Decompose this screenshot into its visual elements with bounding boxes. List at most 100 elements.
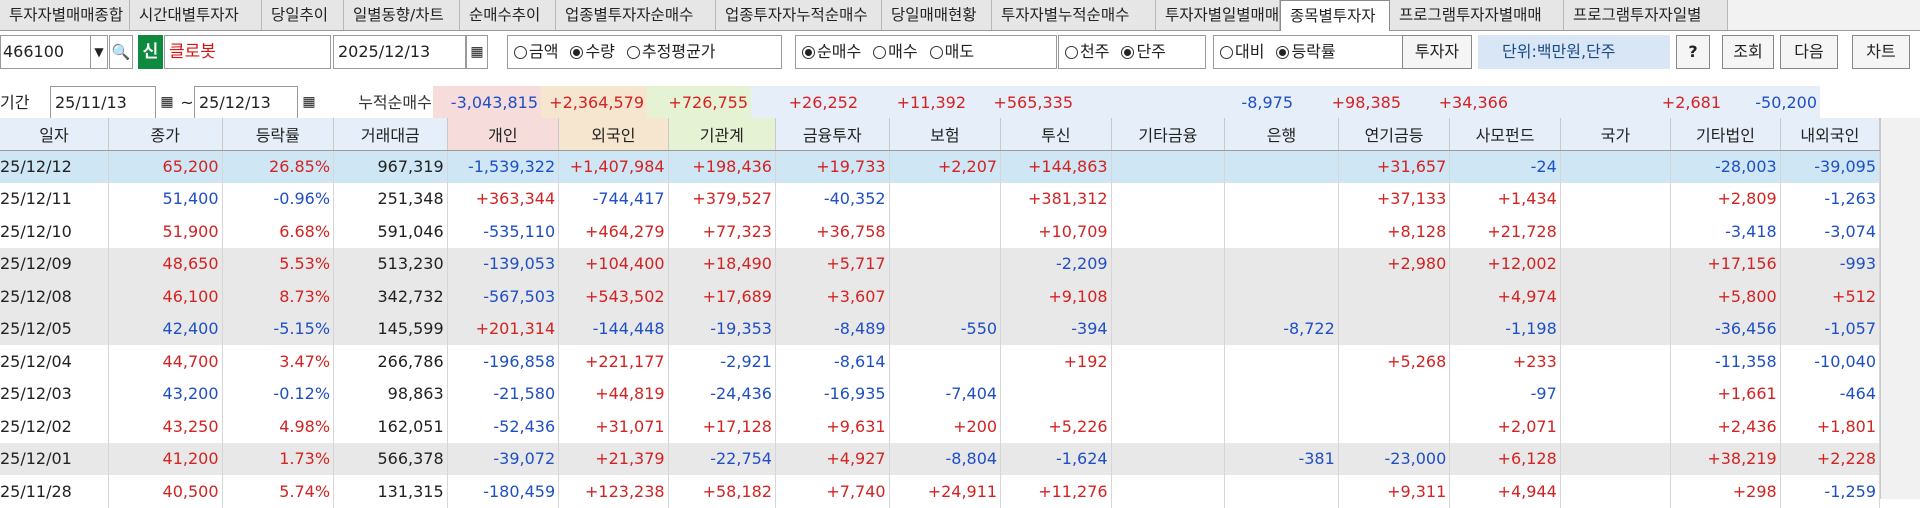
date-input[interactable]: 2025/12/13 (333, 35, 466, 69)
radio-dot-icon[interactable] (570, 45, 584, 59)
tab-12[interactable]: 프로그램투자자일별 (1564, 0, 1728, 30)
tab-3[interactable]: 일별동향/차트 (344, 0, 460, 30)
table-cell (889, 215, 1002, 248)
table-cell (1000, 377, 1112, 410)
chevron-down-icon[interactable]: ▼ (90, 35, 108, 69)
search-icon[interactable]: 🔍 (109, 35, 133, 69)
tab-10[interactable]: 종목별투자자 (1280, 0, 1390, 31)
column-header[interactable]: 거래대금 (333, 118, 448, 151)
radio-option[interactable]: 매도 (929, 36, 974, 68)
radio-option[interactable]: 금액 (514, 36, 558, 68)
table-row[interactable]: 25/12/02 43,250 4.98% 162,051 -52,436 +31,071… (0, 410, 1881, 443)
radio-dot-icon[interactable] (1121, 45, 1135, 59)
to-date-input[interactable]: 25/12/13 (194, 86, 298, 119)
tab-7[interactable]: 당일매매현황 (882, 0, 992, 30)
tab-1[interactable]: 시간대별투자자 (130, 0, 262, 30)
table-cell: 5.74% (222, 475, 335, 508)
next-button[interactable]: 다음 (1780, 35, 1838, 69)
table-row[interactable]: 25/12/12 65,200 26.85% 967,319 -1,539,322 +1,… (0, 150, 1881, 183)
chart-button[interactable]: 차트 (1852, 35, 1910, 69)
tab-8[interactable]: 투자자별누적순매수 (992, 0, 1156, 30)
table-cell: +5,226 (1000, 410, 1112, 443)
radio-option[interactable]: 매수 (873, 36, 918, 68)
column-header[interactable]: 내외국인 (1780, 118, 1881, 151)
table-row[interactable]: 25/12/04 44,700 3.47% 266,786 -196,858 +221,1… (0, 345, 1881, 378)
column-header[interactable]: 은행 (1224, 118, 1339, 151)
table-cell (1111, 312, 1226, 345)
column-header[interactable]: 종가 (108, 118, 223, 151)
column-header[interactable]: 투신 (1000, 118, 1112, 151)
table-row[interactable]: 25/12/11 51,400 -0.96% 251,348 +363,344 -744,… (0, 182, 1881, 215)
radio-label: 순매수 (817, 42, 862, 61)
radio-dot-icon[interactable] (873, 45, 887, 59)
radio-dot-icon[interactable] (514, 45, 527, 59)
table-cell: 65,200 (108, 150, 223, 183)
column-header[interactable]: 일자 (0, 118, 109, 151)
table-row[interactable]: 25/12/09 48,650 5.53% 513,230 -139,053 +104,4… (0, 247, 1881, 280)
radio-option[interactable]: 천주 (1065, 36, 1109, 68)
table-cell: -1,539,322 (447, 150, 560, 183)
table-row[interactable]: 25/12/03 43,200 -0.12% 98,863 -21,580 +44,819… (0, 377, 1881, 410)
table-cell: -550 (889, 312, 1002, 345)
column-header[interactable]: 기타법인 (1670, 118, 1781, 151)
tab-6[interactable]: 업종투자자누적순매수 (716, 0, 882, 30)
table-cell: +17,128 (668, 410, 776, 443)
table-cell: +9,631 (775, 410, 890, 443)
radio-dot-icon[interactable] (1065, 45, 1078, 59)
column-header[interactable]: 보험 (889, 118, 1002, 151)
column-header[interactable]: 연기금등 (1338, 118, 1451, 151)
column-header[interactable]: 사모펀드 (1449, 118, 1561, 151)
table-row[interactable]: 25/12/05 42,400 -5.15% 145,599 +201,314 -144,… (0, 312, 1881, 345)
radio-option[interactable]: 대비 (1220, 36, 1264, 68)
radio-option[interactable]: 수량 (570, 36, 615, 68)
tab-5[interactable]: 업종별투자자순매수 (556, 0, 716, 30)
table-cell: 44,700 (108, 345, 223, 378)
column-header[interactable]: 외국인 (558, 118, 669, 151)
column-header[interactable]: 등락률 (222, 118, 335, 151)
help-button[interactable]: ? (1676, 35, 1710, 69)
tab-11[interactable]: 프로그램투자자별매매 (1390, 0, 1564, 30)
calendar-icon[interactable]: ▦ (466, 35, 488, 69)
table-cell: -1,057 (1780, 312, 1881, 345)
calendar-icon[interactable]: ▦ (156, 86, 178, 119)
radio-label: 천주 (1080, 42, 1110, 61)
radio-dot-icon[interactable] (929, 45, 943, 59)
stock-code-input[interactable]: 466100 (0, 35, 92, 69)
column-header[interactable]: 금융투자 (775, 118, 890, 151)
table-cell (1560, 150, 1672, 183)
column-header[interactable]: 국가 (1560, 118, 1672, 151)
radio-option[interactable]: 순매수 (802, 36, 861, 68)
tab-4[interactable]: 순매수추이 (460, 0, 556, 30)
radio-option[interactable]: 등락률 (1276, 36, 1336, 68)
query-button[interactable]: 조회 (1722, 35, 1774, 69)
radio-option[interactable]: 단주 (1121, 36, 1166, 68)
table-cell: +2,436 (1670, 410, 1781, 443)
from-date-input[interactable]: 25/11/13 (50, 86, 156, 119)
tab-9[interactable]: 투자자별일별매매 (1156, 0, 1280, 30)
stock-name-field[interactable]: 클로봇 (164, 35, 331, 69)
column-header[interactable]: 개인 (447, 118, 560, 151)
table-row[interactable]: 25/12/08 46,100 8.73% 342,732 -567,503 +543,5… (0, 280, 1881, 313)
table-cell: 25/12/05 (0, 312, 109, 345)
column-header[interactable]: 기타금융 (1111, 118, 1226, 151)
column-header[interactable]: 기관계 (668, 118, 776, 151)
table-cell: 342,732 (333, 280, 448, 313)
table-cell: 43,200 (108, 377, 223, 410)
table-row[interactable]: 25/11/28 40,500 5.74% 131,315 -180,459 +123,2… (0, 475, 1881, 508)
radio-dot-icon[interactable] (1220, 45, 1233, 59)
radio-dot-icon[interactable] (802, 45, 815, 59)
investor-button[interactable]: 투자자 (1402, 35, 1472, 69)
tab-0[interactable]: 투자자별매매종합 (0, 0, 130, 30)
table-row[interactable]: 25/12/10 51,900 6.68% 591,046 -535,110 +464,2… (0, 215, 1881, 248)
radio-dot-icon[interactable] (626, 45, 640, 59)
table-cell: -8,489 (775, 312, 890, 345)
vertical-scrollbar[interactable] (1880, 118, 1920, 499)
table-cell: +5,717 (775, 247, 890, 280)
radio-dot-icon[interactable] (1276, 45, 1290, 59)
table-row[interactable]: 25/12/01 41,200 1.73% 566,378 -39,072 +21,379… (0, 442, 1881, 475)
radio-option[interactable]: 추정평균가 (626, 36, 716, 68)
table-cell (1338, 312, 1451, 345)
calendar-icon[interactable]: ▦ (298, 86, 320, 119)
tab-2[interactable]: 당일추이 (262, 0, 344, 30)
table-cell (1560, 215, 1672, 248)
